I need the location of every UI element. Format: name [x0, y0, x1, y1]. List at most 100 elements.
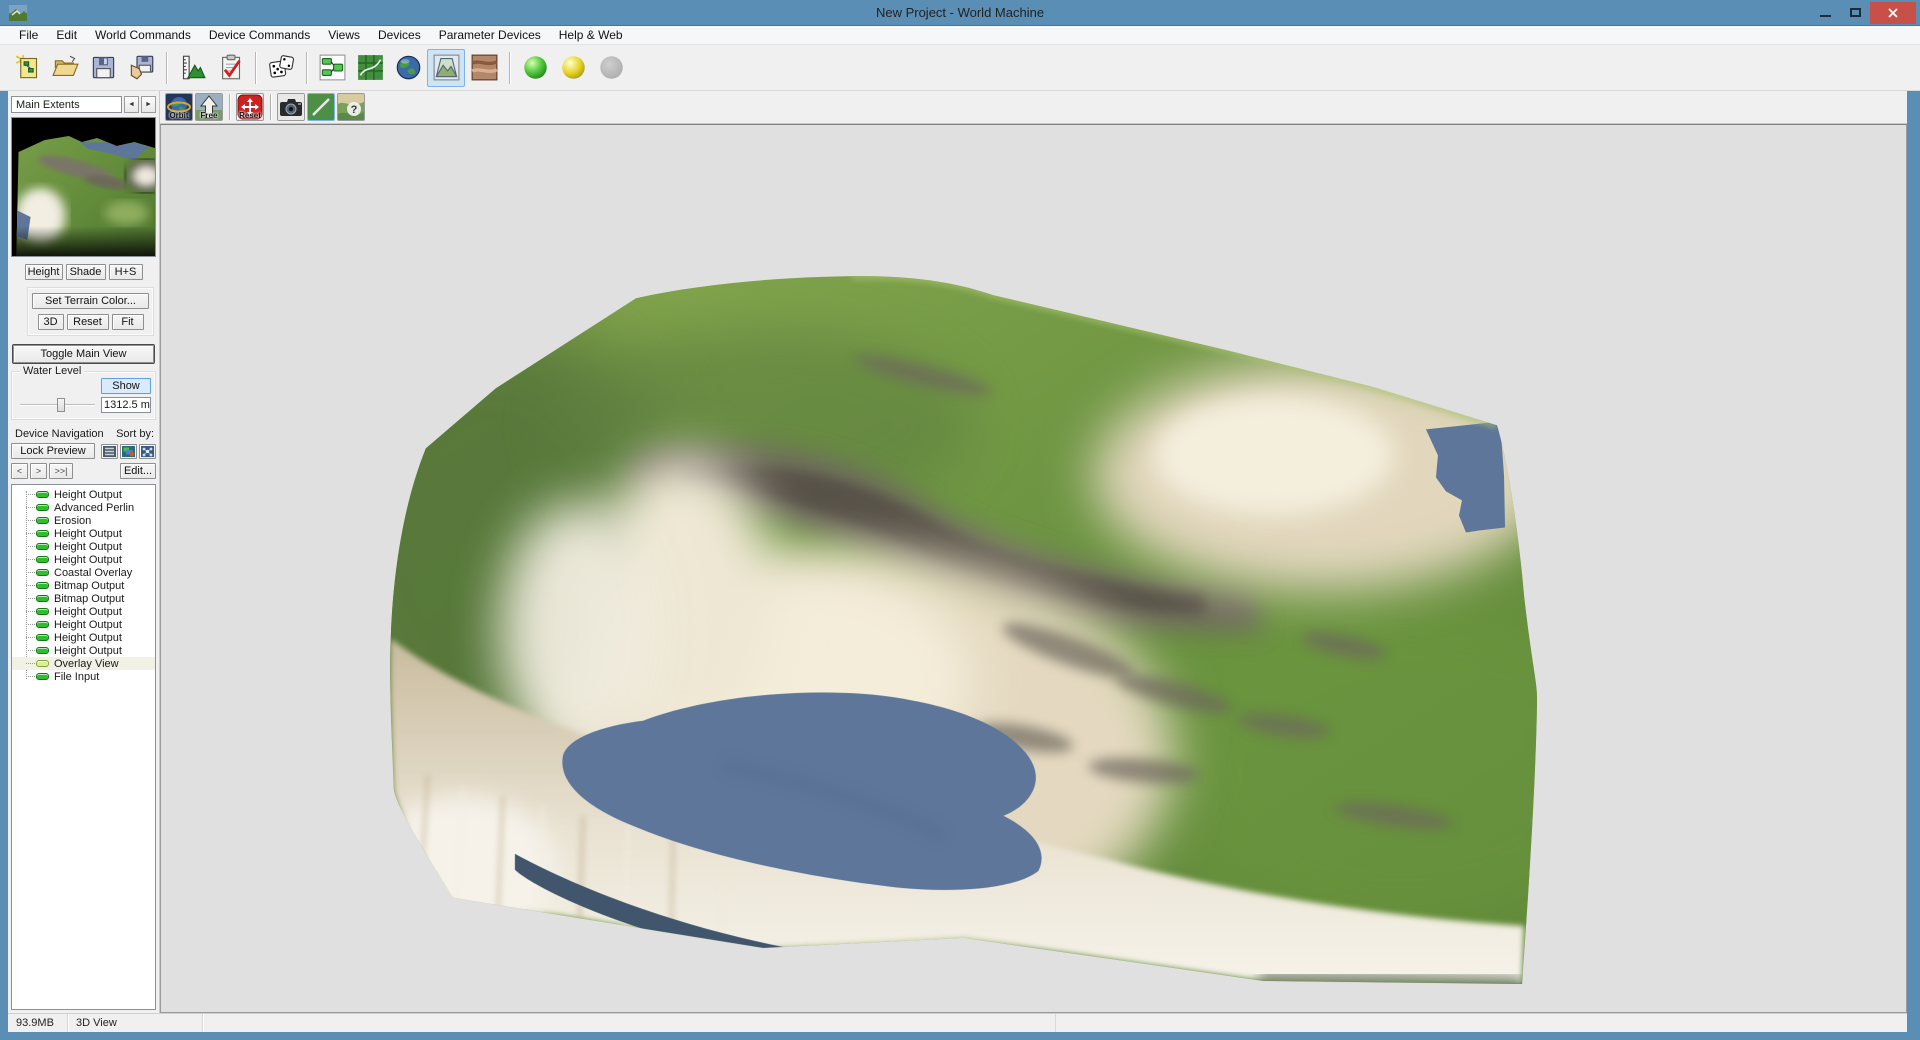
menu-item-file[interactable]: File: [10, 26, 47, 44]
menu-item-help-web[interactable]: Help & Web: [550, 26, 632, 44]
device-item-height-output[interactable]: Height Output: [12, 644, 155, 657]
network-sort-button[interactable]: [139, 444, 156, 459]
preview-mode-height-button[interactable]: Height: [25, 264, 63, 280]
orbit-camera-button[interactable]: Orbit: [165, 93, 193, 121]
preview-mode-h-s-button[interactable]: H+S: [109, 264, 143, 280]
layout-view-button[interactable]: [351, 49, 389, 87]
build-yellow-sphere-button[interactable]: [554, 49, 592, 87]
explorer-view-icon: [395, 54, 422, 81]
device-port-icon: [36, 582, 49, 589]
reset-camera-label: Reset: [237, 111, 263, 120]
save-world-button[interactable]: [84, 49, 122, 87]
new-world-button[interactable]: [8, 49, 46, 87]
reset-camera-button[interactable]: Reset: [236, 93, 264, 121]
explorer-view-button[interactable]: [389, 49, 427, 87]
device-item-advanced-perlin[interactable]: Advanced Perlin: [12, 501, 155, 514]
water-level-group: Water Level Show 1312.5 m: [11, 371, 156, 420]
toggle-main-view-button[interactable]: Toggle Main View: [13, 345, 154, 363]
slope-line-display-button[interactable]: [307, 93, 335, 121]
edit-device-button[interactable]: Edit...: [120, 463, 156, 479]
camera-fit-button[interactable]: Fit: [112, 314, 144, 330]
water-show-button[interactable]: Show: [101, 378, 151, 394]
device-workview-button[interactable]: [313, 49, 351, 87]
build-green-sphere-button[interactable]: [516, 49, 554, 87]
device-port-icon: [36, 569, 49, 576]
slider-thumb[interactable]: [57, 398, 65, 412]
device-port-icon: [36, 660, 49, 667]
export-terrain-button[interactable]: [122, 49, 160, 87]
viewport-3d[interactable]: [160, 124, 1907, 1013]
prev-device-button[interactable]: <: [11, 463, 28, 479]
maximize-button[interactable]: [1840, 2, 1870, 24]
next-device-button[interactable]: >: [30, 463, 47, 479]
menu-item-devices[interactable]: Devices: [369, 26, 430, 44]
device-item-overlay-view[interactable]: Overlay View: [12, 657, 155, 670]
device-item-label: Height Output: [54, 489, 122, 501]
device-item-erosion[interactable]: Erosion: [12, 514, 155, 527]
minimize-button[interactable]: [1810, 2, 1840, 24]
terrain-3d-render[interactable]: [161, 125, 1906, 1012]
device-port-icon: [36, 595, 49, 602]
lock-preview-button[interactable]: Lock Preview: [11, 443, 95, 459]
tree-branch: [26, 611, 35, 612]
save-world-icon: [90, 54, 117, 81]
device-port-icon: [36, 491, 49, 498]
device-item-coastal-overlay[interactable]: Coastal Overlay: [12, 566, 155, 579]
device-item-height-output[interactable]: Height Output: [12, 527, 155, 540]
list-sort-button[interactable]: [101, 444, 118, 459]
water-level-value[interactable]: 1312.5 m: [101, 397, 151, 413]
device-port-icon: [36, 504, 49, 511]
preview-mode-shade-button[interactable]: Shade: [66, 264, 106, 280]
export-terrain-icon: [128, 54, 155, 81]
device-item-label: Height Output: [54, 554, 122, 566]
water-level-slider[interactable]: [18, 398, 97, 412]
menu-item-device-commands[interactable]: Device Commands: [200, 26, 319, 44]
tree-branch: [26, 494, 35, 495]
texture-view-icon: [471, 54, 498, 81]
overlay-query-button[interactable]: ?: [337, 93, 365, 121]
tree-branch: [26, 598, 35, 599]
menu-item-edit[interactable]: Edit: [47, 26, 86, 44]
view-3d-button[interactable]: [427, 49, 465, 87]
device-item-file-input[interactable]: File Input: [12, 670, 155, 683]
screenshot-camera-button[interactable]: [277, 93, 305, 121]
device-item-height-output[interactable]: Height Output: [12, 618, 155, 631]
free-camera-button[interactable]: Free: [195, 93, 223, 121]
device-port-icon: [36, 530, 49, 537]
device-port-icon: [36, 673, 49, 680]
open-world-button[interactable]: [46, 49, 84, 87]
device-item-height-output[interactable]: Height Output: [12, 488, 155, 501]
terrain-preview[interactable]: [11, 117, 156, 257]
list-sort-icon: [103, 446, 116, 457]
preferences-button[interactable]: [211, 49, 249, 87]
menu-item-parameter-devices[interactable]: Parameter Devices: [430, 26, 550, 44]
device-item-height-output[interactable]: Height Output: [12, 631, 155, 644]
texture-view-button[interactable]: [465, 49, 503, 87]
set-terrain-color-button[interactable]: Set Terrain Color...: [32, 293, 149, 309]
main-toolbar: [0, 45, 1920, 91]
menu-item-world-commands[interactable]: World Commands: [86, 26, 200, 44]
project-settings-button[interactable]: [173, 49, 211, 87]
project-settings-icon: [179, 54, 206, 81]
device-item-height-output[interactable]: Height Output: [12, 553, 155, 566]
device-item-bitmap-output[interactable]: Bitmap Output: [12, 579, 155, 592]
extents-next-button[interactable]: ►: [141, 96, 156, 113]
extents-prev-button[interactable]: ◄: [124, 96, 139, 113]
last-device-button[interactable]: >>|: [49, 463, 73, 479]
build-gray-sphere-button[interactable]: [592, 49, 630, 87]
device-item-height-output[interactable]: Height Output: [12, 540, 155, 553]
build-gray-sphere-icon: [598, 54, 625, 81]
device-navigation-label: Device Navigation: [15, 428, 104, 440]
menu-item-views[interactable]: Views: [319, 26, 369, 44]
random-seed-button[interactable]: [262, 49, 300, 87]
camera-reset-button[interactable]: Reset: [67, 314, 109, 330]
close-button[interactable]: [1870, 2, 1916, 24]
device-item-height-output[interactable]: Height Output: [12, 605, 155, 618]
extents-selector[interactable]: Main Extents: [11, 96, 122, 113]
device-item-bitmap-output[interactable]: Bitmap Output: [12, 592, 155, 605]
device-item-label: Overlay View: [54, 658, 119, 670]
type-sort-button[interactable]: [120, 444, 137, 459]
camera-3d-button[interactable]: 3D: [38, 314, 64, 330]
device-list: Height OutputAdvanced PerlinErosionHeigh…: [11, 484, 156, 1010]
tree-branch: [26, 546, 35, 547]
